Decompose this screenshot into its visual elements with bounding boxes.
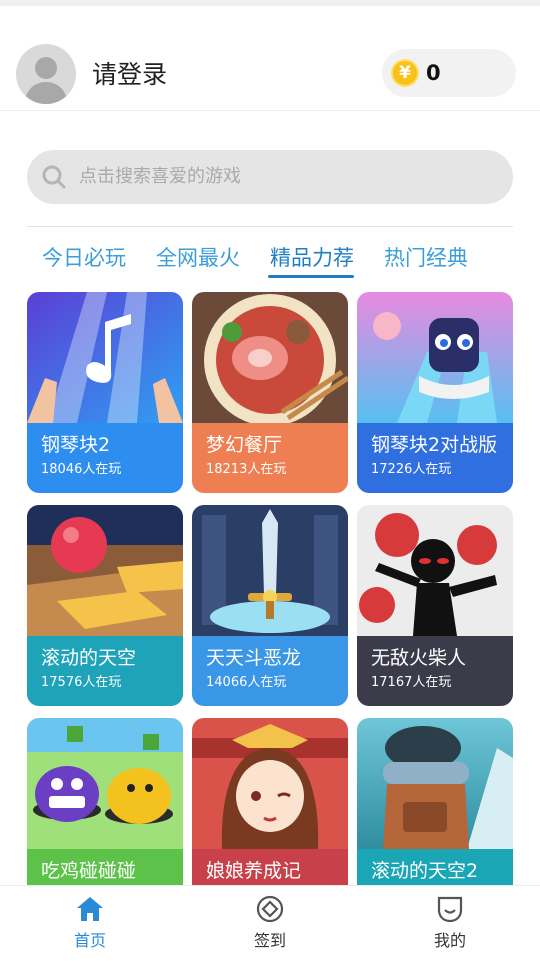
home-icon — [77, 897, 103, 921]
game-thumbnail-ball-icon — [27, 505, 183, 636]
nav-profile-label: 我的 — [433, 931, 466, 950]
user-silhouette-icon — [24, 57, 68, 104]
game-title: 天天斗恶龙 — [206, 647, 302, 669]
card-info: 娘娘养成记 — [192, 849, 348, 885]
active-tab-indicator — [268, 275, 354, 278]
game-title: 钢琴块2对战版 — [371, 434, 498, 456]
game-card[interactable]: 无敌火柴人 17167人在玩 — [357, 505, 513, 706]
login-link[interactable]: 请登录 — [92, 58, 167, 92]
card-info: 钢琴块2 18046人在玩 — [27, 423, 183, 493]
player-count: 17576人在玩 — [41, 675, 122, 690]
game-title: 滚动的天空2 — [371, 860, 479, 882]
card-info: 钢琴块2对战版 17226人在玩 — [357, 423, 513, 493]
player-count: 18213人在玩 — [206, 462, 287, 477]
coin-icon: ¥ — [391, 59, 419, 87]
card-info: 无敌火柴人 17167人在玩 — [357, 636, 513, 706]
bottom-nav: 首页 签到 我的 — [0, 885, 540, 961]
divider — [27, 226, 513, 227]
nav-home[interactable]: 首页 — [30, 886, 150, 961]
player-count: 17167人在玩 — [371, 675, 452, 690]
game-thumbnail-battle-icon — [357, 292, 513, 423]
tab-hottest[interactable]: 全网最火 — [156, 243, 240, 273]
game-grid: 钢琴块2 18046人在玩 梦幻餐厅 18213人在玩 钢琴块2对战版 1722… — [27, 292, 513, 885]
nav-home-label: 首页 — [73, 931, 106, 950]
player-count: 14066人在玩 — [206, 675, 287, 690]
game-title: 滚动的天空 — [41, 647, 137, 669]
game-thumbnail-empress-icon — [192, 718, 348, 849]
game-card[interactable]: 梦幻餐厅 18213人在玩 — [192, 292, 348, 493]
game-title: 吃鸡碰碰碰 — [41, 860, 137, 882]
status-bar — [0, 0, 540, 6]
game-title: 无敌火柴人 — [371, 647, 467, 669]
header: 请登录 ¥ 0 — [0, 30, 540, 111]
game-card[interactable]: 娘娘养成记 — [192, 718, 348, 885]
card-info: 吃鸡碰碰碰 — [27, 849, 183, 885]
search-input[interactable]: 点击搜索喜爱的游戏 — [79, 164, 241, 190]
player-count: 18046人在玩 — [41, 462, 122, 477]
game-thumbnail-food-icon — [192, 292, 348, 423]
search-icon — [42, 165, 66, 189]
player-count: 17226人在玩 — [371, 462, 452, 477]
avatar[interactable] — [16, 44, 76, 104]
game-card[interactable]: 钢琴块2对战版 17226人在玩 — [357, 292, 513, 493]
nav-checkin-label: 签到 — [253, 931, 286, 950]
game-thumbnail-adventurer-icon — [357, 718, 513, 849]
game-thumbnail-bumper-icon — [27, 718, 183, 849]
game-title: 梦幻餐厅 — [206, 434, 283, 456]
game-thumbnail-sword-icon — [192, 505, 348, 636]
nav-profile[interactable]: 我的 — [390, 886, 510, 961]
game-card[interactable]: 吃鸡碰碰碰 — [27, 718, 183, 885]
card-info: 滚动的天空2 — [357, 849, 513, 885]
nav-checkin[interactable]: 签到 — [210, 886, 330, 961]
tab-today[interactable]: 今日必玩 — [42, 243, 126, 273]
game-card[interactable]: 钢琴块2 18046人在玩 — [27, 292, 183, 493]
tab-recommended[interactable]: 精品力荐 — [270, 243, 354, 273]
coin-balance[interactable]: ¥ 0 — [382, 49, 516, 97]
coin-count: 0 — [426, 61, 441, 85]
search-bar[interactable]: 点击搜索喜爱的游戏 — [27, 150, 513, 204]
profile-icon — [437, 896, 463, 923]
tab-classic[interactable]: 热门经典 — [384, 243, 468, 273]
game-card[interactable]: 滚动的天空2 — [357, 718, 513, 885]
card-info: 滚动的天空 17576人在玩 — [27, 636, 183, 706]
card-info: 天天斗恶龙 14066人在玩 — [192, 636, 348, 706]
game-title: 钢琴块2 — [41, 434, 111, 456]
game-thumbnail-stickman-icon — [357, 505, 513, 636]
card-info: 梦幻餐厅 18213人在玩 — [192, 423, 348, 493]
game-title: 娘娘养成记 — [206, 860, 302, 882]
game-thumbnail-piano-icon — [27, 292, 183, 423]
checkin-icon — [256, 895, 284, 923]
game-card[interactable]: 滚动的天空 17576人在玩 — [27, 505, 183, 706]
game-card[interactable]: 天天斗恶龙 14066人在玩 — [192, 505, 348, 706]
